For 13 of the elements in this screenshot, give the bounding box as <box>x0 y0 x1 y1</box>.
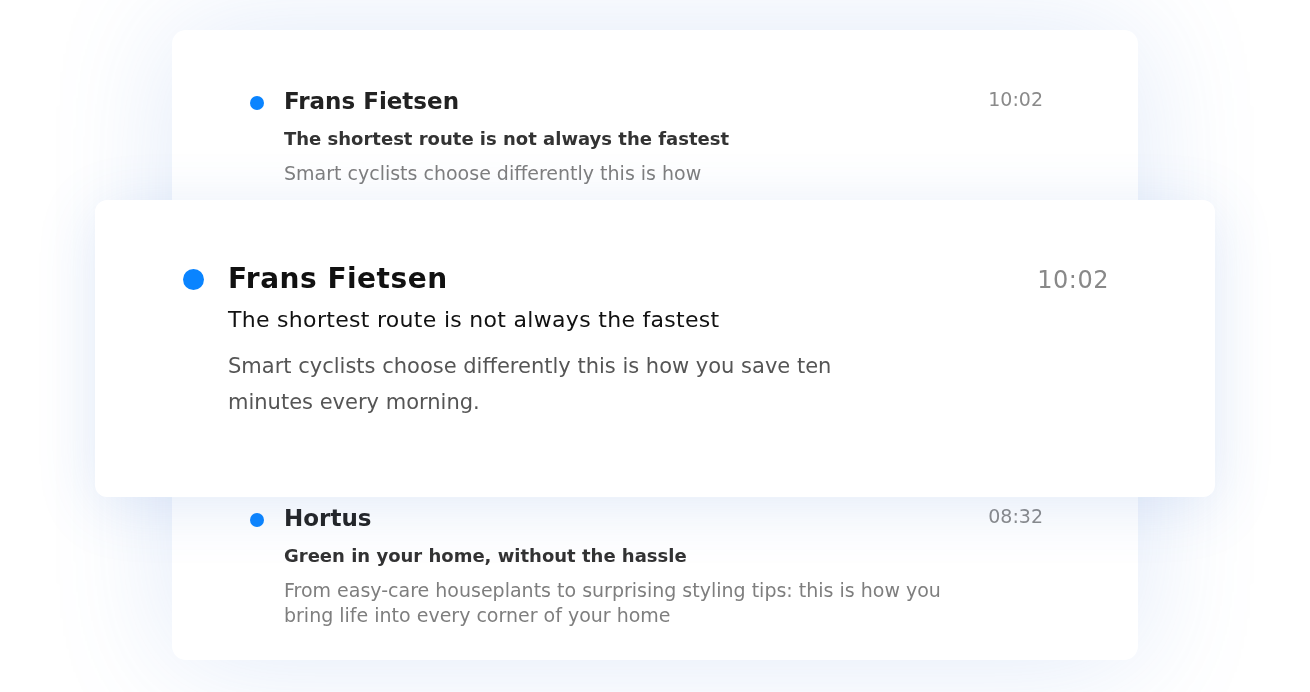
message-time: 10:02 <box>1037 266 1109 294</box>
sender-name: Hortus <box>284 504 372 531</box>
message-preview: From easy-care houseplants to surprising styling tips: this is how you bring life into every corner of your home <box>284 577 942 629</box>
message-preview: Smart cyclists choose differently this is how <box>284 161 703 186</box>
message-subject: The shortest route is not always the fastest <box>228 307 721 332</box>
message-card[interactable]: Frans Fietsen 10:02 The shortest route is not always the fastest Smart cyclists choose differently this is how you save ten minutes every morning. <box>95 200 1215 497</box>
message-subject: Green in your home, without the hassle <box>284 544 688 566</box>
message-time: 08:32 <box>988 504 1043 529</box>
sender-name: Frans Fietsen <box>284 88 460 114</box>
sender-name: Frans Fietsen <box>228 262 448 295</box>
message-subject: The shortest route is not always the fastest <box>284 128 731 149</box>
message-preview: Smart cyclists choose differently this is how you save ten minutes every morning. <box>228 353 833 416</box>
message-time: 10:02 <box>988 88 1043 112</box>
